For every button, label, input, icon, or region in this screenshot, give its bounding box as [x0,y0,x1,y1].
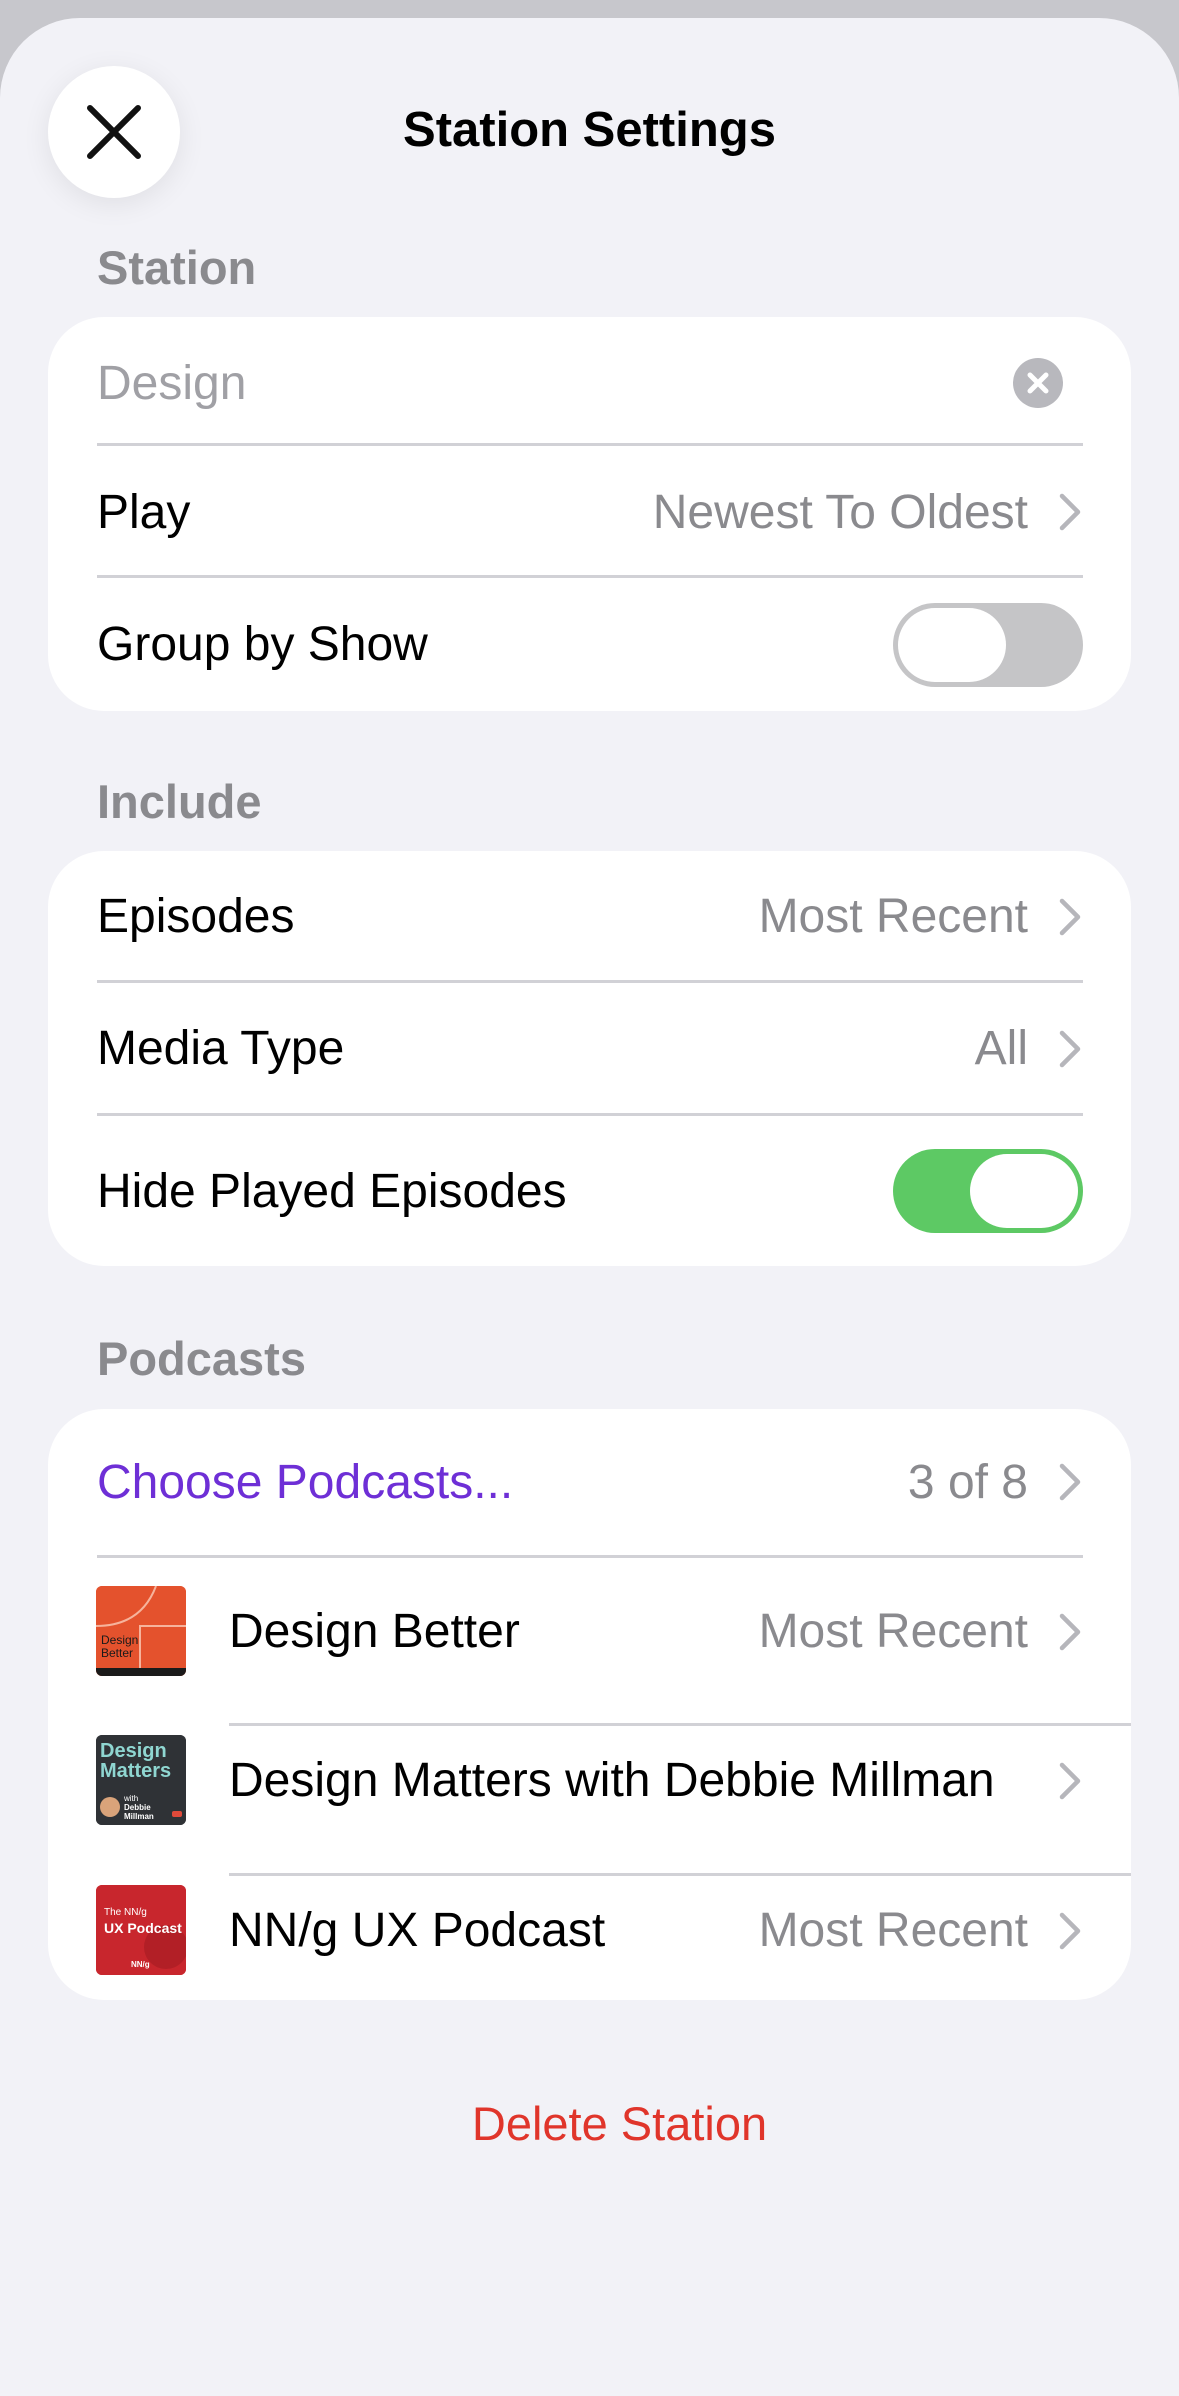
svg-text:Debbie: Debbie [124,1803,151,1812]
episodes-row[interactable]: Episodes Most Recent [48,851,1131,982]
svg-text:Matters: Matters [100,1760,171,1782]
hide-played-row: Hide Played Episodes [48,1116,1131,1266]
podcast-title: Design Matters with Debbie Millman [229,1754,995,1807]
podcast-title: Design Better [229,1605,520,1658]
section-header-include: Include [97,775,262,828]
podcast-title: NN/g UX Podcast [229,1904,606,1957]
svg-text:UX Podcast: UX Podcast [104,1920,182,1936]
play-label: Play [97,485,191,539]
choose-podcasts-row[interactable]: Choose Podcasts... 3 of 8 [48,1409,1131,1555]
include-group: Episodes Most Recent Media Type All Hide… [48,851,1131,1266]
svg-text:Millman: Millman [124,1812,154,1821]
episodes-value: Most Recent [758,890,1028,943]
media-type-label: Media Type [97,1022,345,1075]
toggle-knob [970,1154,1078,1228]
podcast-row-design-better[interactable]: Design Better Design Better Most Recent [48,1558,1131,1705]
toggle-knob [898,607,1006,682]
svg-text:Design: Design [101,1633,138,1647]
choose-podcasts-count: 3 of 8 [907,1455,1028,1509]
podcast-artwork: The NN/g UX Podcast NN/g [96,1885,186,1975]
podcast-row-design-matters[interactable]: Design Matters with Debbie Millman Desig… [48,1707,1131,1854]
podcast-episodes-value: Most Recent [758,1904,1028,1957]
hide-played-toggle[interactable] [893,1149,1083,1233]
choose-podcasts-label: Choose Podcasts... [97,1455,514,1509]
podcast-episodes-value: Most Recent [758,1605,1028,1658]
page-title: Station Settings [403,103,776,157]
svg-text:with: with [123,1794,138,1803]
station-name-row[interactable]: Design [48,317,1131,449]
chevron-right-icon [1059,1463,1081,1501]
chevron-right-icon [1059,1762,1081,1799]
station-group: Design Play Newest To Oldest Group by Sh… [48,317,1131,711]
podcast-row-nng-ux[interactable]: The NN/g UX Podcast NN/g NN/g UX Podcast… [48,1857,1131,2000]
svg-text:The NN/g: The NN/g [104,1907,147,1918]
group-by-show-toggle[interactable] [893,602,1083,687]
media-type-value: All [974,1022,1028,1075]
play-value: Newest To Oldest [652,485,1028,539]
section-header-podcasts: Podcasts [97,1332,306,1385]
podcast-artwork: Design Better [96,1586,186,1676]
settings-sheet: Station Settings Station Design Play New… [0,18,1179,2396]
media-type-row[interactable]: Media Type All [48,983,1131,1114]
episodes-label: Episodes [97,890,295,943]
station-name-input[interactable]: Design [97,356,246,411]
svg-text:Better: Better [101,1646,133,1660]
podcast-artwork: Design Matters with Debbie Millman [96,1735,186,1825]
chevron-right-icon [1059,493,1081,531]
chevron-right-icon [1059,1613,1081,1650]
group-by-show-label: Group by Show [97,618,428,671]
group-by-show-row: Group by Show [48,578,1131,711]
delete-station-button[interactable]: Delete Station [0,2096,1179,2151]
podcasts-group: Choose Podcasts... 3 of 8 Design Better … [48,1409,1131,2000]
chevron-right-icon [1059,1030,1081,1067]
play-order-row[interactable]: Play Newest To Oldest [48,446,1131,578]
hide-played-label: Hide Played Episodes [97,1164,567,1218]
chevron-right-icon [1059,898,1081,935]
chevron-right-icon [1059,1912,1081,1949]
clear-text-icon[interactable] [1013,358,1063,408]
svg-text:Design: Design [100,1740,167,1762]
section-header-station: Station [97,241,257,294]
svg-text:NN/g: NN/g [131,1960,150,1969]
